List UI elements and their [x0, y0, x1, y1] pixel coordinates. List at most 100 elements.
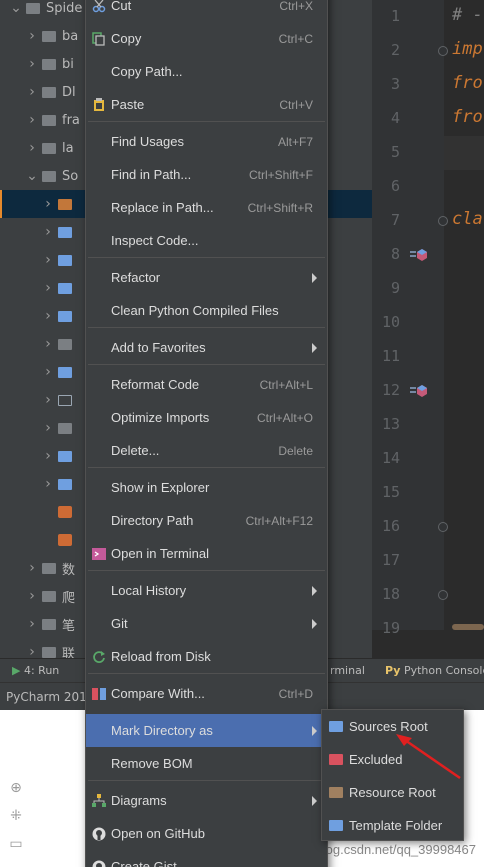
- folder-icon: [42, 618, 56, 630]
- menu-item-remove-bom[interactable]: Remove BOM: [86, 747, 327, 780]
- override-marker-icon[interactable]: [410, 384, 428, 398]
- chevron-right-icon[interactable]: ›: [42, 308, 54, 324]
- fold-marker-icon[interactable]: [438, 590, 448, 600]
- submenu-arrow-icon: [312, 342, 317, 353]
- chevron-right-icon[interactable]: ›: [42, 336, 54, 352]
- paste-icon: [92, 97, 106, 112]
- menu-item-optimize-imports[interactable]: Optimize Imports Ctrl+Alt+O: [86, 401, 327, 434]
- code-line[interactable]: cla: [452, 209, 483, 229]
- menu-item-show-in-explorer[interactable]: Show in Explorer: [86, 471, 327, 504]
- menu-item-refactor[interactable]: Refactor: [86, 261, 327, 294]
- chevron-right-icon[interactable]: ›: [42, 224, 54, 240]
- submenu-arrow-icon: [312, 272, 317, 283]
- line-number: 7: [390, 211, 400, 229]
- horizontal-scrollbar[interactable]: [452, 624, 484, 630]
- line-number: 10: [381, 313, 400, 331]
- line-number: 15: [381, 483, 400, 501]
- reload-icon: [92, 650, 106, 664]
- folder-icon: [42, 142, 56, 154]
- menu-item-open-in-terminal[interactable]: Open in Terminal: [86, 537, 327, 570]
- menu-item-shortcut: Ctrl+Shift+F: [248, 167, 313, 182]
- folder-icon: [26, 2, 40, 14]
- chevron-right-icon[interactable]: ›: [42, 364, 54, 380]
- menu-item-label: Show in Explorer: [111, 480, 210, 495]
- override-marker-icon[interactable]: [410, 248, 428, 262]
- tree-item-label: 数: [62, 562, 76, 578]
- menu-item-copy[interactable]: Copy Ctrl+C: [86, 22, 327, 55]
- chevron-right-icon[interactable]: ›: [26, 616, 38, 632]
- menu-item-label: Remove BOM: [111, 756, 193, 771]
- tree-item-label: Dl: [62, 84, 76, 100]
- menu-item-reload-from-disk[interactable]: Reload from Disk: [86, 640, 327, 673]
- line-number: 2: [390, 41, 400, 59]
- chevron-right-icon[interactable]: ›: [42, 196, 54, 212]
- chevron-right-icon[interactable]: ›: [42, 252, 54, 268]
- fold-marker-icon[interactable]: [438, 522, 448, 532]
- code-editor[interactable]: 1 2 3 4 5 6 7 8 9 10 11 12 13 14 15 16 17 18 19 # - imp fro fr…: [372, 0, 484, 658]
- structure-icon[interactable]: ⁜: [8, 808, 24, 824]
- tree-item-label: la: [62, 140, 74, 156]
- menu-item-diagrams[interactable]: Diagrams: [86, 784, 327, 817]
- menu-item-replace-in-path[interactable]: Replace in Path... Ctrl+Shift+R: [86, 191, 327, 224]
- code-line[interactable]: imp: [452, 39, 483, 59]
- context-menu: Cut Ctrl+X Copy Ctrl+C Copy Path... Paste Ctrl…: [85, 0, 328, 867]
- submenu-item-template-folder[interactable]: Template Folder: [322, 809, 463, 842]
- file-icon: [58, 506, 72, 518]
- line-number: 19: [381, 619, 400, 637]
- folder-icon: [42, 86, 56, 98]
- menu-item-label: Compare With...: [111, 686, 205, 701]
- python-console-tab[interactable]: Py Python Console: [385, 664, 484, 677]
- folder-icon: [58, 254, 72, 266]
- run-tab[interactable]: ▶ 4: Run: [12, 664, 59, 677]
- menu-item-label: Clean Python Compiled Files: [111, 303, 279, 318]
- menu-item-delete[interactable]: Delete... Delete: [86, 434, 327, 467]
- menu-item-label: Copy: [111, 31, 142, 46]
- menu-item-label: Add to Favorites: [111, 340, 206, 355]
- menu-item-paste[interactable]: Paste Ctrl+V: [86, 88, 327, 121]
- chevron-right-icon[interactable]: ›: [42, 476, 54, 492]
- chevron-right-icon[interactable]: ›: [26, 56, 38, 72]
- folder-icon: [42, 170, 56, 182]
- terminal-icon: [92, 547, 106, 561]
- menu-item-clean-python-compiled-files[interactable]: Clean Python Compiled Files: [86, 294, 327, 327]
- chevron-right-icon[interactable]: ›: [42, 392, 54, 408]
- fold-marker-icon[interactable]: [438, 216, 448, 226]
- code-line[interactable]: fro: [452, 107, 483, 127]
- menu-item-add-to-favorites[interactable]: Add to Favorites: [86, 331, 327, 364]
- menu-item-local-history[interactable]: Local History: [86, 574, 327, 607]
- code-line[interactable]: fro: [452, 73, 483, 93]
- monitor-icon[interactable]: ▭: [8, 836, 24, 852]
- tree-item-label: 笔: [62, 618, 76, 634]
- chevron-right-icon[interactable]: ›: [26, 84, 38, 100]
- target-icon[interactable]: ⊕: [8, 780, 24, 796]
- menu-item-find-usages[interactable]: Find Usages Alt+F7: [86, 125, 327, 158]
- compare-icon: [92, 687, 106, 701]
- menu-item-git[interactable]: Git: [86, 607, 327, 640]
- chevron-right-icon[interactable]: ›: [42, 420, 54, 436]
- code-line[interactable]: # -: [452, 5, 483, 25]
- menu-item-copy-path[interactable]: Copy Path...: [86, 55, 327, 88]
- chevron-down-icon[interactable]: ⌄: [10, 0, 22, 16]
- menu-item-open-on-github[interactable]: Open on GitHub: [86, 817, 327, 850]
- menu-item-reformat-code[interactable]: Reformat Code Ctrl+Alt+L: [86, 368, 327, 401]
- terminal-tab[interactable]: rminal: [330, 664, 365, 677]
- menu-item-directory-path[interactable]: Directory Path Ctrl+Alt+F12: [86, 504, 327, 537]
- menu-item-compare-with[interactable]: Compare With... Ctrl+D: [86, 677, 327, 710]
- chevron-right-icon[interactable]: ›: [26, 560, 38, 576]
- chevron-right-icon[interactable]: ›: [26, 112, 38, 128]
- menu-item-inspect-code[interactable]: Inspect Code...: [86, 224, 327, 257]
- menu-item-label: Reformat Code: [111, 377, 200, 392]
- menu-item-create-gist[interactable]: Create Gist...: [86, 850, 327, 867]
- menu-item-label: Directory Path: [111, 513, 194, 528]
- menu-item-cut[interactable]: Cut Ctrl+X: [86, 0, 327, 22]
- chevron-right-icon[interactable]: ›: [42, 280, 54, 296]
- chevron-down-icon[interactable]: ⌄: [26, 168, 38, 184]
- fold-marker-icon[interactable]: [438, 46, 448, 56]
- chevron-right-icon[interactable]: ›: [26, 140, 38, 156]
- chevron-right-icon[interactable]: ›: [42, 448, 54, 464]
- chevron-right-icon[interactable]: ›: [26, 28, 38, 44]
- chevron-right-icon[interactable]: ›: [26, 588, 38, 604]
- menu-item-mark-directory-as[interactable]: Mark Directory as: [86, 714, 327, 747]
- menu-item-find-in-path[interactable]: Find in Path... Ctrl+Shift+F: [86, 158, 327, 191]
- chevron-right-icon[interactable]: ›: [26, 644, 38, 658]
